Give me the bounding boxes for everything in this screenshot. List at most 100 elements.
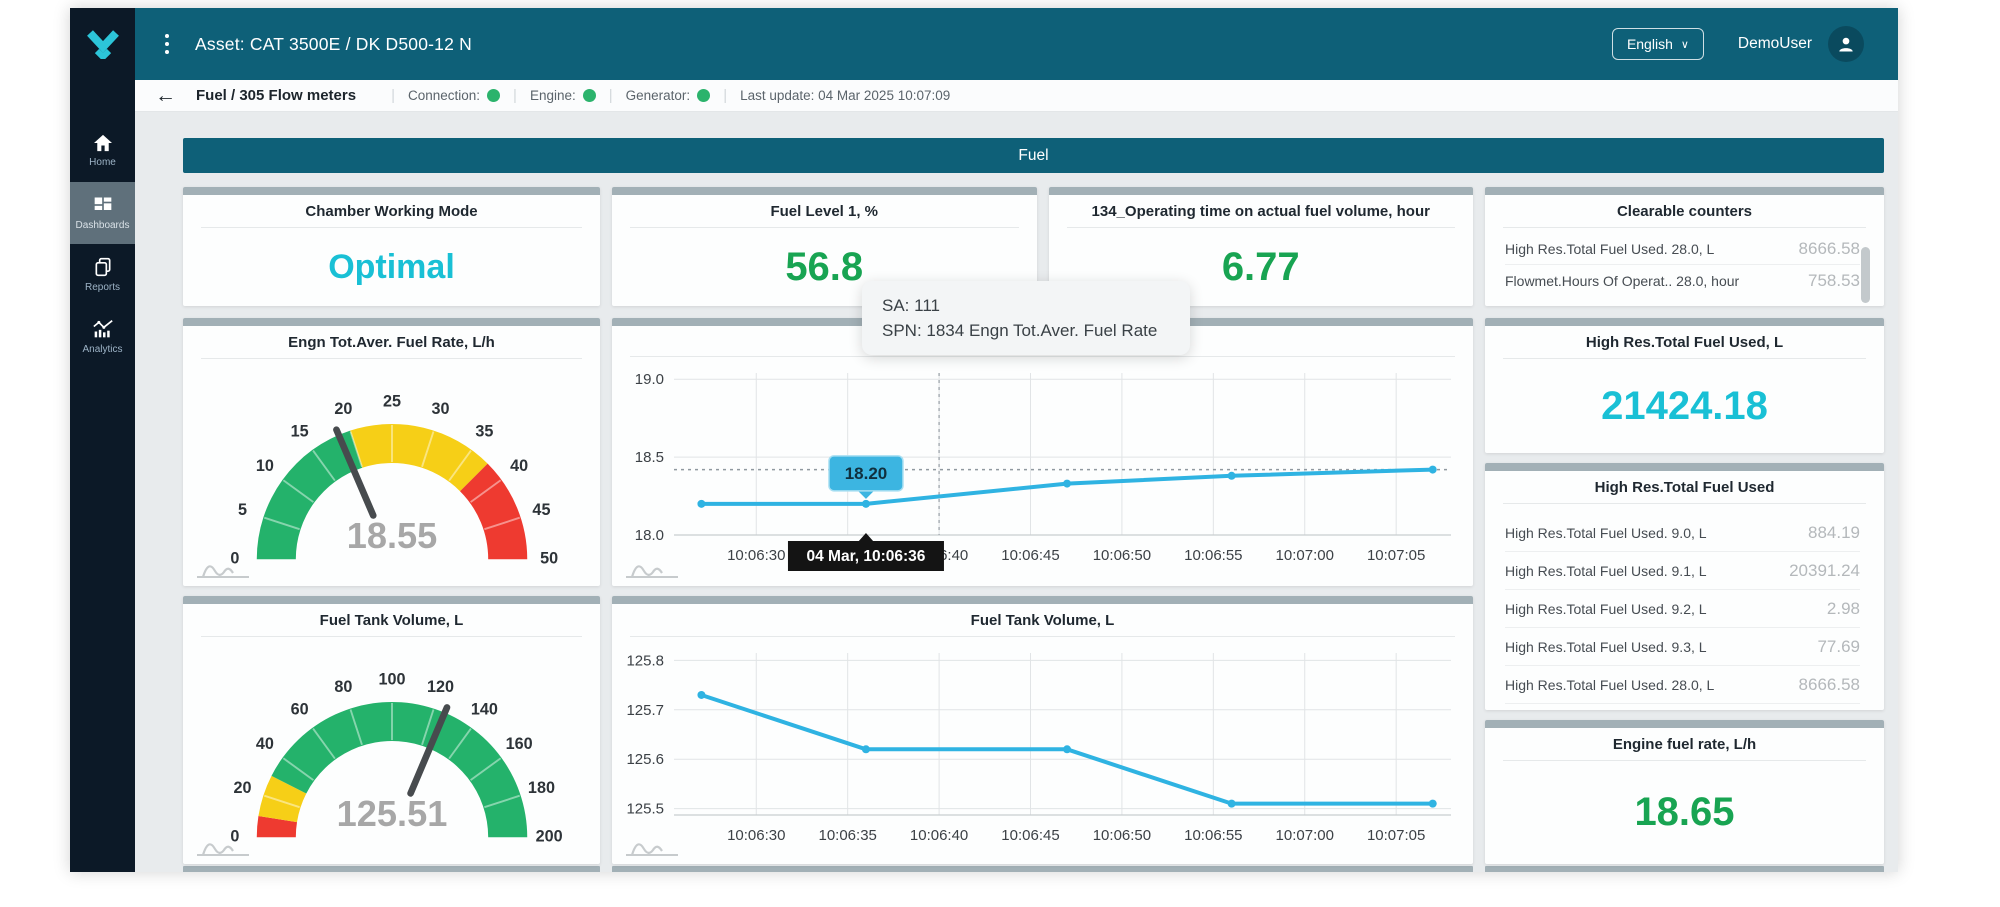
- card-title: Fuel Tank Volume, L: [183, 604, 600, 636]
- sparkline-toggle-icon[interactable]: [195, 832, 251, 858]
- svg-text:10:06:45: 10:06:45: [1001, 547, 1059, 564]
- svg-text:10:06:55: 10:06:55: [1184, 827, 1242, 844]
- card-title: Clearable counters: [1485, 195, 1884, 227]
- sidebar-item-dashboards[interactable]: Dashboards: [70, 182, 135, 244]
- svg-text:10:06:30: 10:06:30: [727, 827, 785, 844]
- counter-row: High Res.Total Fuel Used. 9.3, L77.69: [1505, 628, 1860, 666]
- group-banner: Fuel: [183, 138, 1884, 173]
- page-title: Fuel / 305 Flow meters: [196, 87, 356, 104]
- card-title: 134_Operating time on actual fuel volume…: [1049, 195, 1474, 227]
- card-accent-bar: [1485, 187, 1884, 195]
- total-fuel-value: 21424.18: [1485, 359, 1884, 453]
- svg-text:18.0: 18.0: [635, 527, 664, 544]
- avatar[interactable]: [1828, 26, 1864, 62]
- kebab-menu-icon[interactable]: [165, 34, 169, 54]
- tank-volume-gauge[interactable]: 020406080100120140160180200125.51: [183, 637, 600, 864]
- tank-volume-chart[interactable]: 125.5125.6125.7125.810:06:3010:06:3510:0…: [612, 637, 1473, 864]
- language-selector[interactable]: English ∨: [1612, 28, 1704, 60]
- status-connection: Connection:: [408, 88, 500, 103]
- counter-row: High Res.Total Fuel Used. 9.2, L2.98: [1505, 590, 1860, 628]
- svg-text:10:06:55: 10:06:55: [1184, 547, 1242, 564]
- status-engine: Engine:: [530, 88, 596, 103]
- next-card-peek-bar: [1485, 866, 1884, 872]
- svg-text:25: 25: [382, 392, 400, 410]
- app-logo[interactable]: [70, 8, 135, 80]
- sparkline-toggle-icon[interactable]: [624, 832, 680, 858]
- svg-text:100: 100: [378, 670, 405, 688]
- next-card-peek-bar: [183, 866, 600, 872]
- user-icon: [1836, 34, 1856, 54]
- svg-text:10:07:05: 10:07:05: [1367, 827, 1425, 844]
- svg-text:160: 160: [505, 735, 532, 753]
- sidebar-item-home[interactable]: Home: [70, 120, 135, 182]
- counter-row: High Res.Total Fuel Used. 28.0, L8666.58: [1505, 666, 1860, 704]
- logo-chevron-icon: [84, 29, 122, 59]
- chevron-down-icon: ∨: [1681, 38, 1689, 51]
- card-accent-bar: [1485, 463, 1884, 471]
- svg-text:15: 15: [290, 422, 308, 440]
- svg-text:80: 80: [334, 678, 352, 696]
- sidebar-item-label: Dashboards: [76, 220, 130, 231]
- card-chart-fuel-rate: 18.018.519.010:06:3010:06:3510:06:4010:0…: [612, 318, 1473, 586]
- last-update: Last update: 04 Mar 2025 10:07:09: [740, 88, 950, 103]
- next-card-peek-bar: [612, 866, 1473, 872]
- card-title: Engn Tot.Aver. Fuel Rate, L/h: [183, 326, 600, 358]
- engine-fuel-rate-value: 18.65: [1485, 761, 1884, 864]
- language-label: English: [1627, 36, 1673, 52]
- tooltip-spn-line: SPN: 1834 Engn Tot.Aver. Fuel Rate: [882, 318, 1170, 343]
- counter-row: High Res.Total Fuel Used. 9.1, L20391.24: [1505, 552, 1860, 590]
- card-title: Fuel Level 1, %: [612, 195, 1037, 227]
- chart-tooltip: SA: 111 SPN: 1834 Engn Tot.Aver. Fuel Ra…: [862, 281, 1190, 355]
- home-icon: [93, 134, 113, 152]
- svg-text:10:06:35: 10:06:35: [818, 827, 876, 844]
- svg-text:140: 140: [470, 700, 497, 718]
- back-button[interactable]: ←: [155, 85, 176, 106]
- card-total-fuel-list: High Res.Total Fuel Used High Res.Total …: [1485, 463, 1884, 710]
- status-dot-green: [487, 89, 500, 102]
- svg-text:180: 180: [527, 779, 554, 797]
- card-accent-bar: [612, 187, 1037, 195]
- analytics-icon: [92, 319, 114, 339]
- card-accent-bar: [183, 187, 600, 195]
- svg-text:19.0: 19.0: [635, 371, 664, 388]
- card-accent-bar: [1485, 720, 1884, 728]
- card-chart-tank-volume: Fuel Tank Volume, L 125.5125.6125.7125.8…: [612, 596, 1473, 864]
- svg-text:10:06:45: 10:06:45: [1001, 827, 1059, 844]
- sparkline-toggle-icon[interactable]: [624, 554, 680, 580]
- card-title: Chamber Working Mode: [183, 195, 600, 227]
- fuel-rate-chart[interactable]: 18.018.519.010:06:3010:06:3510:06:4010:0…: [612, 357, 1473, 586]
- subheader: ← Fuel / 305 Flow meters | Connection: |…: [135, 80, 1898, 112]
- svg-text:40: 40: [255, 735, 273, 753]
- sparkline-toggle-icon[interactable]: [195, 554, 251, 580]
- card-gauge-tank-volume: Fuel Tank Volume, L 02040608010012014016…: [183, 596, 600, 864]
- sidebar: Home Dashboards Reports: [70, 8, 135, 872]
- svg-text:18.20: 18.20: [845, 464, 888, 483]
- status-dot-green: [583, 89, 596, 102]
- card-title: Engine fuel rate, L/h: [1485, 728, 1884, 760]
- counter-row: High Res.Total Fuel Used. 9.0, L884.19: [1505, 514, 1860, 552]
- svg-text:10:06:30: 10:06:30: [727, 547, 785, 564]
- svg-text:5: 5: [238, 501, 247, 519]
- sidebar-item-reports[interactable]: Reports: [70, 244, 135, 306]
- asset-title: Asset: CAT 3500E / DK D500-12 N: [195, 34, 472, 55]
- app-window: Home Dashboards Reports: [70, 8, 1898, 872]
- fuel-rate-gauge[interactable]: 0510152025303540455018.55: [183, 359, 600, 586]
- scrollbar-thumb[interactable]: [1861, 247, 1870, 303]
- dashboard-content: Fuel Chamber Working Mode Optimal Engn T…: [135, 112, 1898, 872]
- svg-text:30: 30: [431, 400, 449, 418]
- card-accent-bar: [1485, 318, 1884, 326]
- svg-text:20: 20: [334, 400, 352, 418]
- svg-text:40: 40: [510, 457, 528, 475]
- card-title: High Res.Total Fuel Used: [1485, 471, 1884, 503]
- sidebar-item-analytics[interactable]: Analytics: [70, 306, 135, 368]
- status-generator: Generator:: [626, 88, 711, 103]
- svg-text:125.6: 125.6: [626, 751, 664, 768]
- svg-text:120: 120: [427, 678, 454, 696]
- svg-text:50: 50: [540, 549, 558, 567]
- card-chamber-working-mode: Chamber Working Mode Optimal: [183, 187, 600, 306]
- dashboards-icon: [93, 195, 113, 215]
- status-dot-green: [697, 89, 710, 102]
- svg-text:10:07:05: 10:07:05: [1367, 547, 1425, 564]
- svg-text:10:07:00: 10:07:00: [1276, 827, 1334, 844]
- card-clearable-counters: Clearable counters High Res.Total Fuel U…: [1485, 187, 1884, 306]
